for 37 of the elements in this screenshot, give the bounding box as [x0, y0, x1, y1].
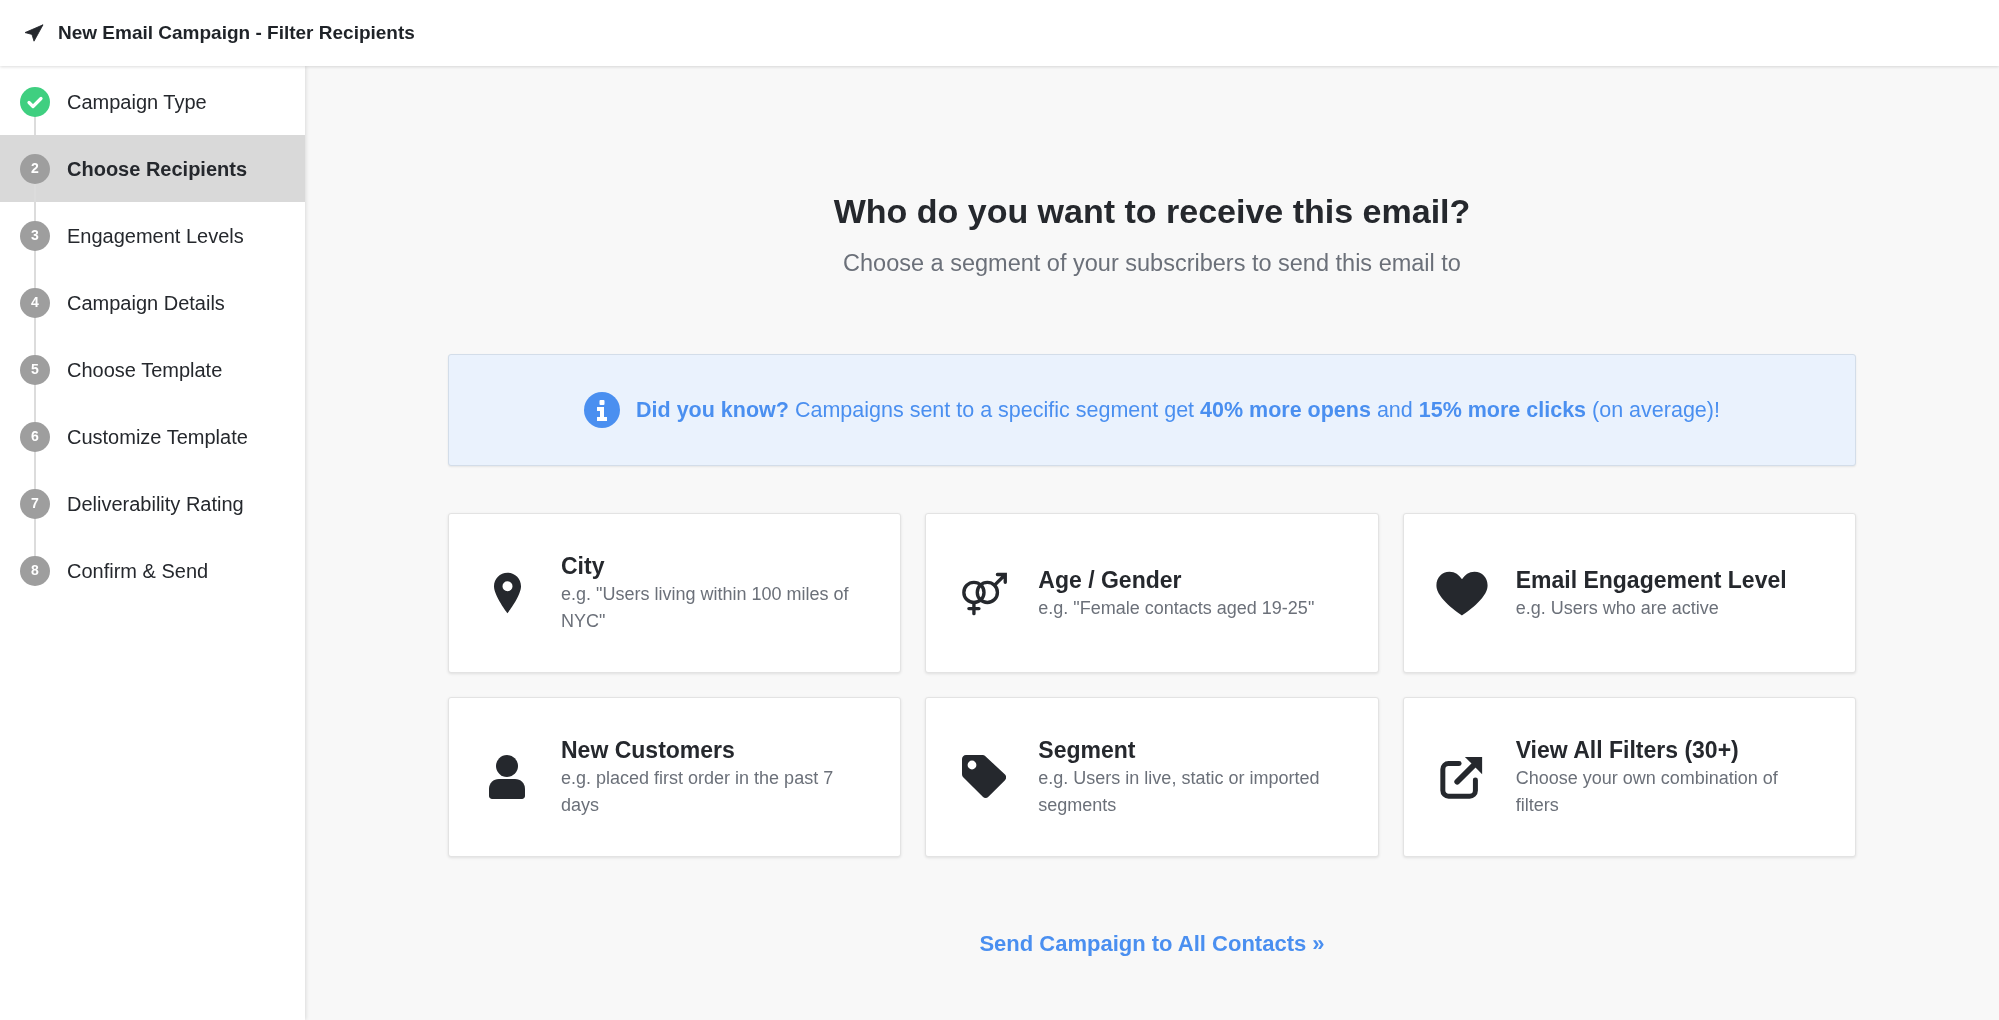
filter-card[interactable]: View All Filters (30+) Choose your own combination of filters: [1402, 697, 1856, 857]
paper-plane-icon: [24, 24, 44, 42]
filter-title: New Customers: [561, 736, 736, 765]
step-item[interactable]: 8 Confirm & Send: [0, 537, 305, 604]
filter-description: e.g. Users who are active: [1515, 596, 1720, 620]
filter-description: e.g. "Users living within 100 miles of NYC": [561, 583, 850, 633]
question-subheading: Choose a segment of your subscribers to send this email to: [842, 249, 1462, 278]
page-title: New Email Campaign - Filter Recipients: [58, 20, 415, 45]
filter-title: City: [561, 552, 606, 581]
question-heading: Who do you want to receive this email?: [832, 191, 1472, 231]
user-icon: [489, 754, 525, 800]
filter-card[interactable]: City e.g. "Users living within 100 miles of NYC": [448, 513, 902, 673]
filter-description: e.g. Users in live, static or imported segments: [1038, 767, 1321, 817]
tag-icon: [962, 755, 1007, 799]
step-number: 7: [20, 488, 50, 519]
filter-title: Segment: [1038, 736, 1137, 765]
step-number: 3: [20, 220, 50, 251]
filter-description: e.g. "Female contacts aged 19-25": [1038, 596, 1316, 620]
external-link-icon: [1438, 754, 1485, 800]
map-pin-icon: [493, 571, 521, 615]
filter-title: View All Filters (30+): [1515, 736, 1740, 765]
step-number: 5: [20, 354, 50, 385]
step-number: 8: [20, 555, 50, 586]
filter-card[interactable]: New Customers e.g. placed first order in the past 7 days: [448, 697, 902, 857]
filter-card[interactable]: Segment e.g. Users in live, static or imported segments: [925, 697, 1379, 857]
filter-card[interactable]: Email Engagement Level e.g. Users who are active: [1402, 513, 1856, 673]
step-number: 4: [20, 287, 50, 318]
filter-description: e.g. placed first order in the past 7 days: [561, 767, 835, 817]
filter-card[interactable]: Age / Gender e.g. "Female contacts aged 19-25": [925, 513, 1379, 673]
step-number: 6: [20, 421, 50, 452]
filter-title: Email Engagement Level: [1515, 565, 1788, 595]
filter-description: Choose your own combination of filters: [1515, 767, 1779, 817]
heart-icon: [1435, 570, 1488, 616]
info-icon: [584, 392, 621, 428]
filter-title: Age / Gender: [1038, 565, 1183, 595]
tip-text: Did you know? Campaigns sent to a specific segment get 40% more opens and 15% more clicks (on average)!: [636, 396, 1720, 424]
step-number: 2: [20, 153, 50, 184]
